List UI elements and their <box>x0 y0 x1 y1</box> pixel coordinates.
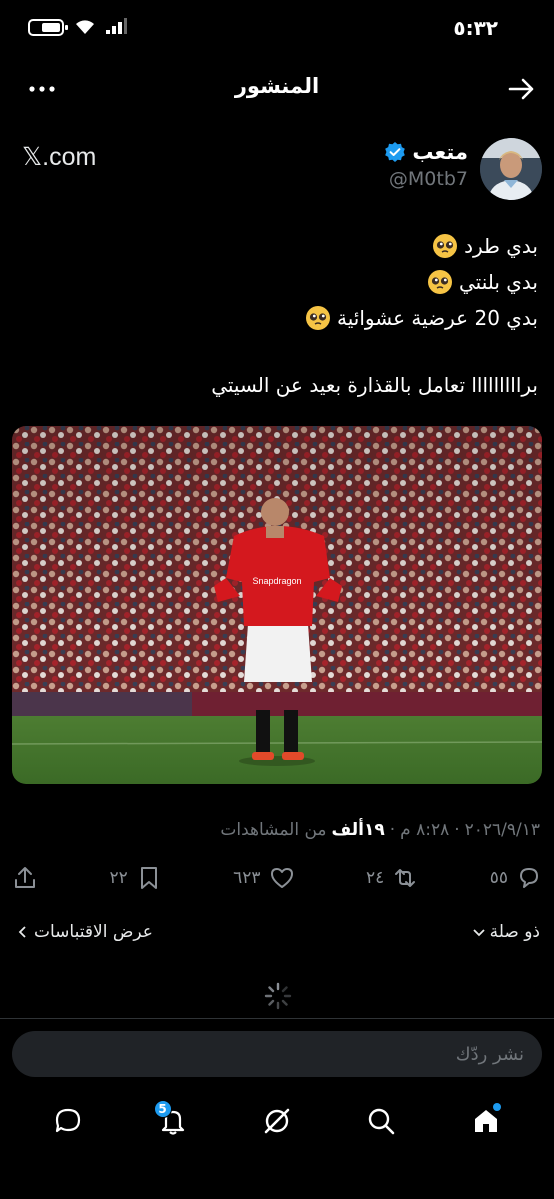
tweet-time: ٨:٢٨ م <box>400 820 450 840</box>
notifications-badge: 5 <box>153 1100 172 1118</box>
tweet-line: بدي بلنتي <box>18 264 538 300</box>
repost-count: ٢٤ <box>365 868 385 888</box>
share-icon <box>15 867 35 888</box>
svg-text:Snapdragon: Snapdragon <box>252 576 301 586</box>
bookmark-icon <box>140 867 157 889</box>
tweet-date: ٢٠٢٦/٩/١٣ <box>464 820 540 840</box>
repost-icon <box>395 869 416 887</box>
more-icon[interactable] <box>28 76 56 102</box>
avatar[interactable] <box>480 138 542 200</box>
divider <box>0 1018 554 1019</box>
page-title: المنشور <box>234 74 320 98</box>
pleading-face-icon <box>427 270 452 294</box>
author-handle[interactable]: @M0tb7 <box>389 168 468 190</box>
signal-icon <box>106 18 127 34</box>
pleading-face-icon <box>306 306 331 330</box>
tweet-line: بدي 20 عرضية عشوائية <box>18 300 538 336</box>
tweet-line: برااااااااا تعامل بالقذارة بعيد عن السيت… <box>18 367 538 403</box>
related-label: ذو صلة <box>489 922 540 942</box>
view-quotes-link[interactable]: عرض الاقتباسات <box>18 922 153 942</box>
like-icon <box>270 868 293 888</box>
author-name[interactable]: متعب <box>412 140 468 164</box>
bottom-nav: 5 <box>0 1096 554 1146</box>
battery-icon <box>28 18 68 36</box>
tweet-line-text: بدي بلنتي <box>458 270 538 294</box>
reply-count: ٥٥ <box>489 868 508 888</box>
verified-icon <box>385 142 406 162</box>
related-dropdown[interactable]: ذو صلة <box>472 922 540 942</box>
reply-icon <box>519 868 538 888</box>
reply-button[interactable]: ٥٥ <box>490 865 542 891</box>
nav-home[interactable] <box>461 1096 511 1146</box>
reply-input[interactable]: نشر ردّك <box>12 1031 542 1077</box>
chevron-down-icon <box>472 929 485 937</box>
tweet-actions: ٥٥ ٢٤ ٦٢٣ ٢٢ <box>12 860 542 896</box>
wifi-icon <box>76 20 94 34</box>
tweet-image[interactable]: Snapdragon <box>12 426 542 784</box>
messages-icon <box>56 1108 81 1133</box>
tweet-meta: ٢٠٢٦/٩/١٣ · ٨:٢٨ م · ١٩ألف من المشاهدات <box>220 820 540 840</box>
nav-notifications[interactable]: 5 <box>148 1096 198 1146</box>
tweet-line-text: بدي 20 عرضية عشوائية <box>337 306 538 330</box>
pleading-face-icon <box>433 234 458 258</box>
views-count: ١٩ألف <box>331 820 385 840</box>
bookmark-count: ٢٢ <box>109 868 128 888</box>
author-name-row[interactable]: متعب <box>384 140 468 164</box>
view-quotes-label: عرض الاقتباسات <box>34 922 153 942</box>
x-logo-text: 𝕏.com <box>22 143 97 171</box>
bookmark-button[interactable]: ٢٢ <box>109 865 161 891</box>
grok-icon <box>264 1108 290 1134</box>
loading-spinner-icon <box>264 982 292 1010</box>
tweet-line-text: برااااااااا تعامل بالقذارة بعيد عن السيت… <box>211 373 538 397</box>
tweet-text: بدي طرد بدي بلنتي بدي 20 عرضية عشوائية ب… <box>18 228 538 403</box>
chevron-left-icon <box>18 926 26 938</box>
like-button[interactable]: ٦٢٣ <box>233 865 294 891</box>
tweet-line-text: بدي طرد <box>464 234 538 258</box>
share-button[interactable] <box>12 865 38 891</box>
nav-grok[interactable] <box>252 1096 302 1146</box>
views-label: من المشاهدات <box>220 820 327 840</box>
reply-placeholder: نشر ردّك <box>455 1043 524 1065</box>
status-icons <box>28 18 128 36</box>
like-count: ٦٢٣ <box>233 868 261 888</box>
unread-dot <box>492 1103 501 1111</box>
nav-messages[interactable] <box>43 1096 93 1146</box>
tweet-line: بدي طرد <box>18 228 538 264</box>
search-icon <box>369 1108 395 1135</box>
status-time: ٥:٣٢ <box>453 16 498 40</box>
nav-search[interactable] <box>356 1096 406 1146</box>
repost-button[interactable]: ٢٤ <box>366 865 418 891</box>
